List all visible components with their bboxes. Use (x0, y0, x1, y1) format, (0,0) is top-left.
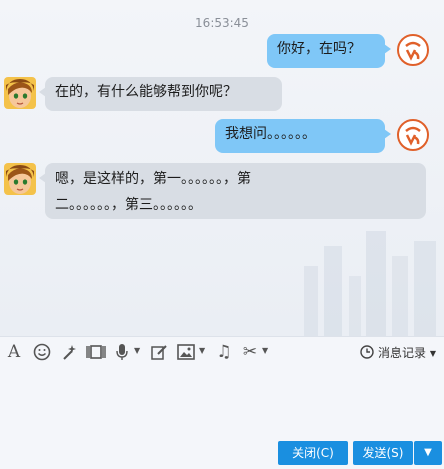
contact-avatar[interactable] (4, 163, 36, 195)
mic-icon[interactable] (114, 342, 130, 362)
edit-icon[interactable] (149, 342, 169, 362)
send-button[interactable]: 发送(S) (353, 441, 413, 465)
font-icon[interactable]: A (5, 342, 23, 362)
message-timestamp: 16:53:45 (195, 16, 249, 30)
emoji-icon[interactable] (32, 342, 52, 362)
outgoing-message-bubble: 我想问。。。。。。 (215, 119, 391, 153)
scissors-dropdown-icon[interactable]: ▼ (262, 346, 268, 355)
chat-history-panel: 16:53:45 你好，在吗？ 在的，有什么能够帮到你呢？ 我想问。。。。。。 (0, 0, 444, 336)
scissors-icon[interactable]: ✂ (240, 342, 260, 362)
message-text-line: 二。。。。。。，第三。。。。。。 (55, 197, 202, 213)
send-button-label: 发送(S) (362, 446, 404, 460)
incoming-message-bubble: 嗯，是这样的，第一。。。。。。，第 二。。。。。。，第三。。。。。。 (39, 163, 426, 219)
message-text: 在的，有什么能够帮到你呢？ (55, 84, 237, 100)
message-text: 我想问。。。。。。 (225, 126, 316, 142)
magic-icon[interactable] (60, 342, 80, 362)
message-history-button[interactable]: 消息记录 ▼ (360, 344, 436, 361)
outgoing-message-bubble: 你好，在吗？ (267, 34, 391, 68)
history-dropdown-icon[interactable]: ▼ (430, 349, 436, 358)
video-icon[interactable] (86, 342, 106, 362)
music-icon[interactable]: ♫ (214, 342, 234, 362)
message-input-area[interactable]: 关闭(C) 发送(S) ▼ (0, 367, 444, 469)
my-avatar[interactable] (397, 119, 429, 151)
image-icon[interactable] (176, 342, 196, 362)
message-text-line: 嗯，是这样的，第一。。。。。。，第 (55, 171, 251, 187)
message-toolbar: A ▼ ▼ ♫ ✂ ▼ 消息记录 ▼ (0, 336, 444, 367)
mic-dropdown-icon[interactable]: ▼ (134, 346, 140, 355)
send-options-dropdown[interactable]: ▼ (414, 441, 442, 465)
message-history-label: 消息记录 (378, 346, 427, 360)
close-button[interactable]: 关闭(C) (278, 441, 348, 465)
clock-icon (360, 345, 374, 359)
message-text: 你好，在吗？ (277, 41, 361, 57)
incoming-message-bubble: 在的，有什么能够帮到你呢？ (39, 77, 282, 111)
my-avatar[interactable] (397, 34, 429, 66)
image-dropdown-icon[interactable]: ▼ (199, 346, 205, 355)
contact-avatar[interactable] (4, 77, 36, 109)
